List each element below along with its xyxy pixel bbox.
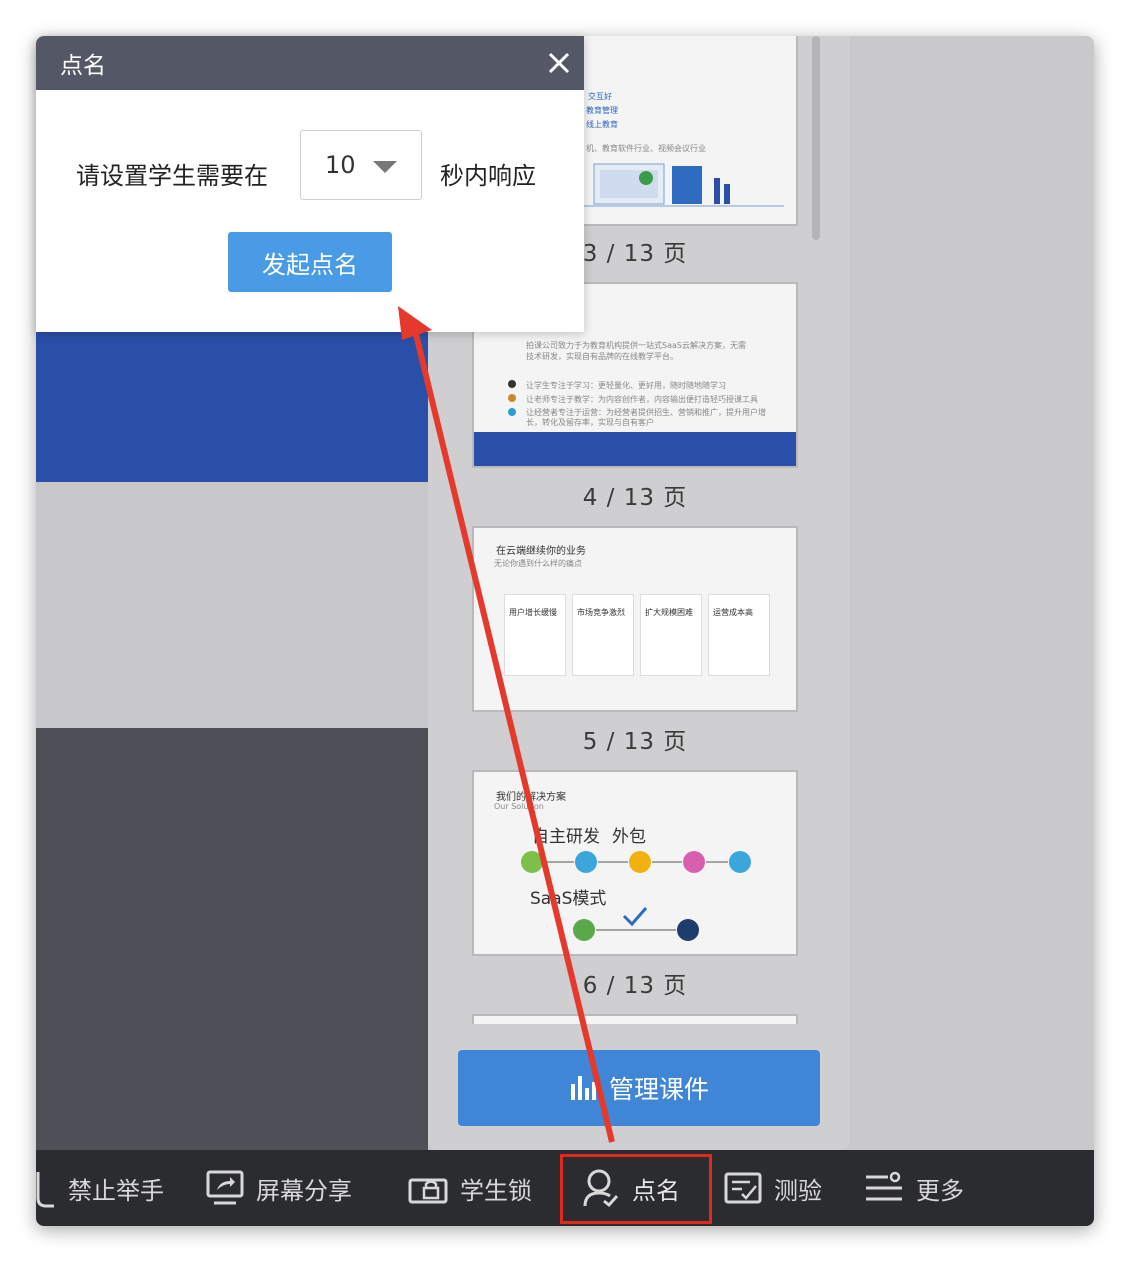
thumb5-card-label: 扩大规模困难 [645,608,693,617]
thumb5-card: 扩大规模困难 [640,594,702,676]
thumb5-card: 用户增长缓慢 [504,594,566,676]
prompt-after-label: 秒内响应 [440,162,536,190]
thumb5-subtitle: 无论你遇到什么样的痛点 [494,559,582,568]
thumb4-item: 让经营者专注于运营：为经营者提供招生、营销和推广，提升用户增长，转化及留存率，实… [526,408,766,427]
thumb3-line: 机、教育软件行业、视频会议行业 [586,144,706,153]
toolbar-label: 禁止举手 [68,1176,164,1205]
page-label-4: 4 / 13 页 [582,485,688,511]
teacher-icon [508,394,516,402]
student-icon [508,380,516,388]
thumb5-card-label: 市场竞争激烈 [577,608,625,617]
workflow-icon [521,851,751,873]
prompt-before-label: 请设置学生需要在 [76,162,268,190]
hand-icon [36,1172,54,1208]
page-label-6: 6 / 13 页 [582,973,688,999]
close-icon[interactable] [544,48,574,78]
bottom-toolbar: 禁止举手 屏幕分享 学生锁 点名 测验 更多 [36,1150,1094,1226]
thumb3-line: 交互好 [588,92,612,101]
computer-illustration-icon [584,163,784,207]
toolbar-disable-raise-hand[interactable]: 禁止举手 [36,1150,164,1226]
thumb5-card: 市场竞争激烈 [572,594,634,676]
thumb4-item: 让学生专注于学习：更轻量化、更好用，随时随地随学习 [526,381,726,390]
toolbar-label: 测验 [774,1176,822,1205]
thumb4-blue-band [474,432,796,466]
bar-chart-icon [570,1076,596,1100]
right-blank-area [850,36,1094,1150]
quiz-icon [724,1172,762,1204]
thumb4-intro: 拍课公司致力于为教育机构提供一站式SaaS云解决方案，无需技术研发，实现自有品牌… [526,341,746,361]
toolbar-label: 更多 [916,1176,964,1205]
screen-share-icon [206,1170,244,1205]
slide-thumbnail-6[interactable]: 我们的解决方案 Our Solution 自主研发 外包 SaaS模式 [472,770,798,956]
thumb5-title: 在云端继续你的业务 [496,546,586,557]
thumb5-card: 运营成本高 [708,594,770,676]
toolbar-label: 学生锁 [460,1176,532,1205]
more-icon [866,1171,902,1201]
operator-icon [508,408,516,416]
slide-blue-band [36,332,428,482]
seconds-select[interactable]: 10 [300,130,422,200]
toolbar-student-lock[interactable]: 学生锁 [408,1150,532,1226]
thumb3-line: 教育管理 [586,106,618,115]
toolbar-more[interactable]: 更多 [864,1150,964,1226]
thumb4-item: 让老师专注于教学：为内容创作者，内容输出便打造轻巧授课工具 [526,395,758,404]
toolbar-screen-share[interactable]: 屏幕分享 [206,1150,352,1226]
panel-scrollbar[interactable] [812,36,820,240]
toolbar-label: 屏幕分享 [256,1176,352,1205]
manage-courseware-button[interactable]: 管理课件 [458,1050,820,1126]
slide-dark-area [36,728,428,1150]
roll-call-highlight-box [560,1154,712,1224]
thumb5-card-label: 运营成本高 [713,608,753,617]
dialog-body: 请设置学生需要在 10 秒内响应 发起点名 [36,90,584,332]
thumb6-option: 外包 [612,827,646,847]
lock-icon [408,1178,448,1204]
thumb3-line: 线上教育 [586,120,618,129]
roll-call-dialog: 点名 请设置学生需要在 10 秒内响应 发起点名 [36,36,584,332]
chevron-down-icon [373,161,397,173]
seconds-value: 10 [325,151,356,179]
thumb5-card-label: 用户增长缓慢 [509,608,557,617]
page-label-5: 5 / 13 页 [582,729,688,755]
thumb6-option: 自主研发 [532,827,600,847]
slide-gray-area [36,482,428,728]
manage-courseware-label: 管理课件 [608,1075,709,1104]
slide-thumbnail-7[interactable] [472,1014,798,1024]
thumb6-title: 我们的解决方案 [496,792,566,803]
slide-thumbnail-5[interactable]: 在云端继续你的业务 无论你遇到什么样的痛点 用户增长缓慢 市场竞争激烈 扩大规模… [472,526,798,712]
thumb6-subtitle: Our Solution [494,802,544,811]
start-roll-call-button[interactable]: 发起点名 [228,232,392,292]
toolbar-quiz[interactable]: 测验 [724,1150,822,1226]
dialog-header: 点名 [36,36,584,90]
saas-flow-icon [573,907,699,941]
dialog-title: 点名 [60,53,106,79]
